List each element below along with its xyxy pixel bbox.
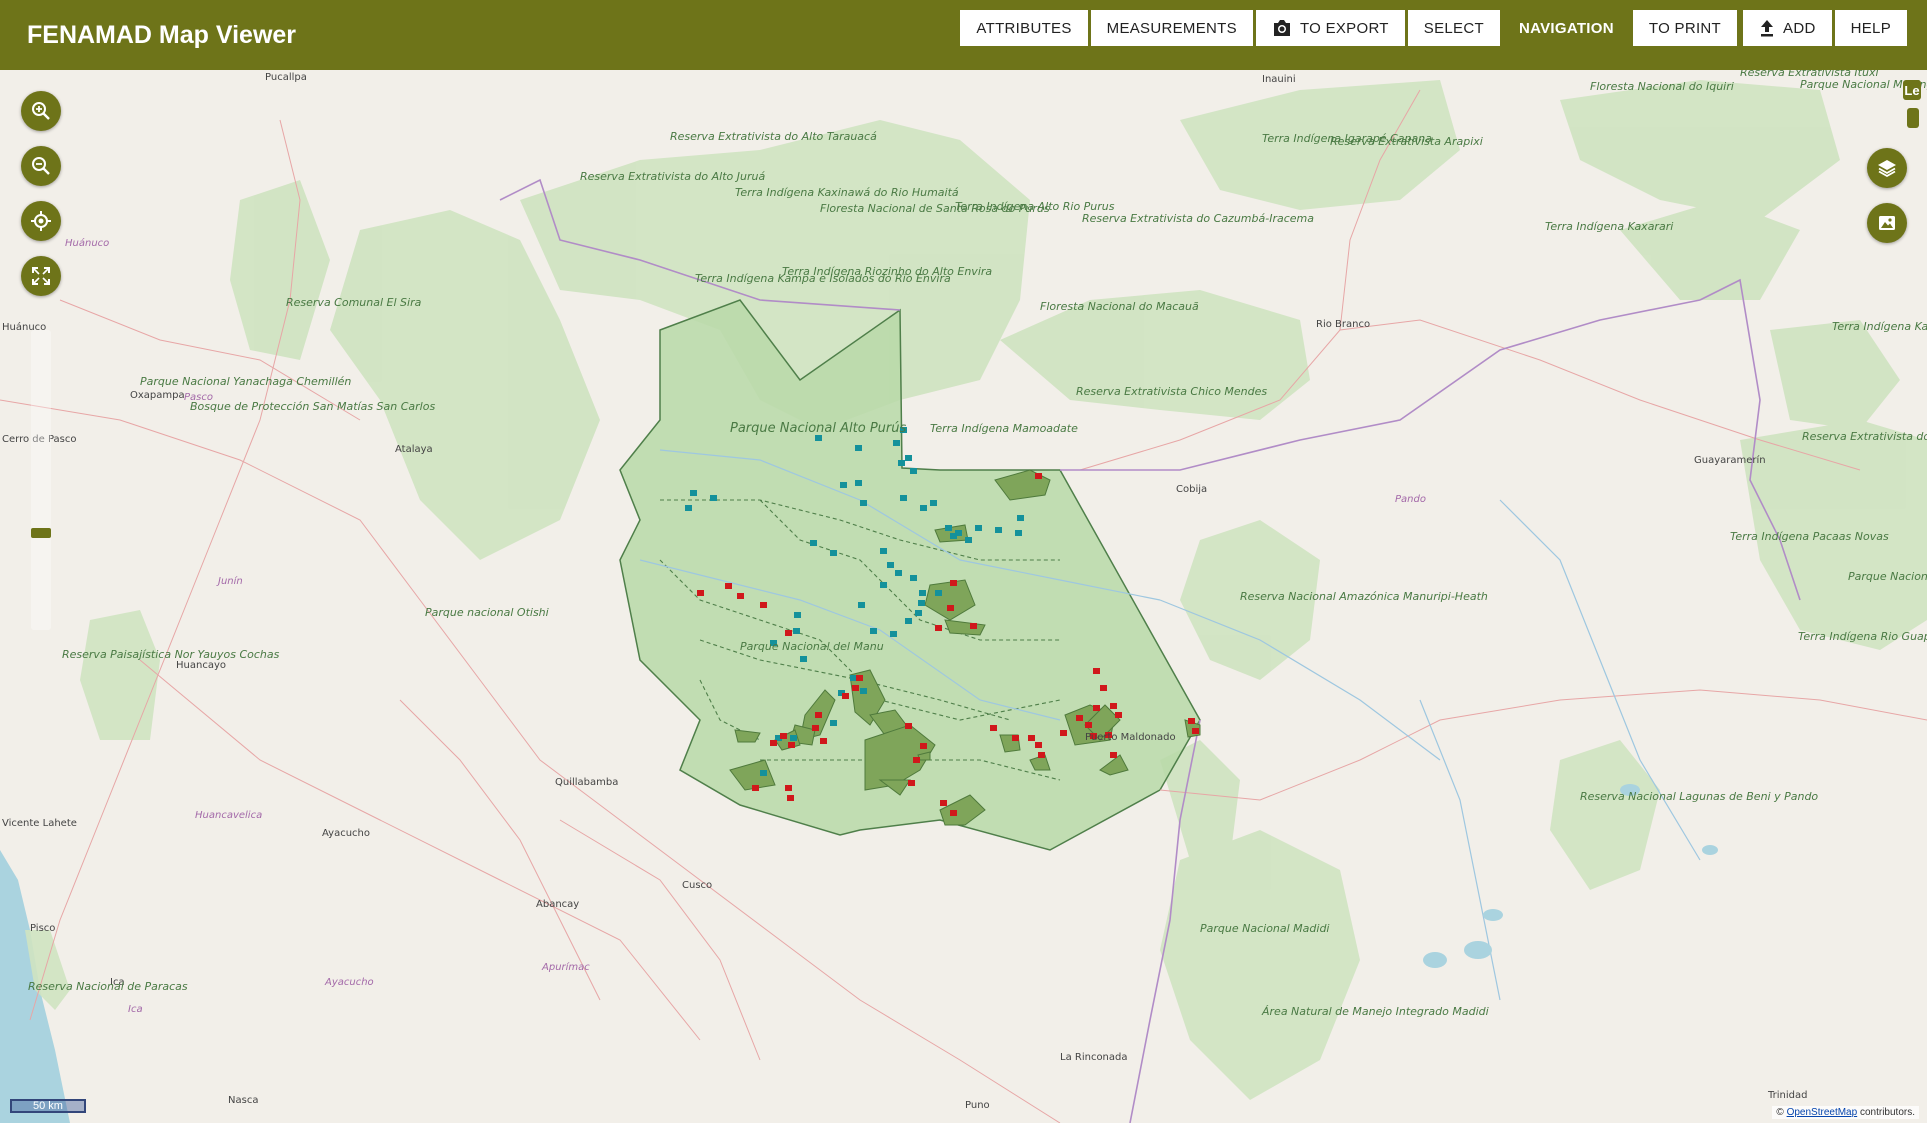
city-label: Quillabamba <box>555 777 618 788</box>
area-label: Reserva Extrativista Arapixi <box>1330 135 1483 148</box>
help-button[interactable]: HELP <box>1834 10 1907 46</box>
area-label: Reserva Comunal El Sira <box>286 296 422 309</box>
area-label: Área Natural de Manejo Integrado Madidi <box>1261 1005 1489 1018</box>
locate-icon <box>31 211 51 231</box>
area-label: Floresta Nacional do Iquiri <box>1590 80 1734 93</box>
region-label: Apurímac <box>541 961 590 973</box>
zoom-slider-handle[interactable] <box>31 528 51 538</box>
basemap-icon <box>1879 216 1895 230</box>
layers-button[interactable] <box>1867 148 1907 188</box>
fullscreen-icon <box>32 267 50 285</box>
app-title: FENAMAD Map Viewer <box>27 20 297 49</box>
area-label: Floresta Nacional do Macauã <box>1040 300 1199 313</box>
area-label: Parque Nacional Alto Purús <box>730 421 906 436</box>
area-label: Reserva Extrativista do Rio Ouro Preto <box>1802 430 1927 443</box>
region-label: Ica <box>128 1004 143 1015</box>
legend-handle[interactable] <box>1907 108 1919 128</box>
map-canvas[interactable]: Junín Huancavelica Apurímac Ayacucho Ica… <box>0 70 1927 1123</box>
osm-link[interactable]: OpenStreetMap <box>1787 1107 1858 1118</box>
city-label: Oxapampa <box>130 390 185 401</box>
select-button[interactable]: SELECT <box>1407 10 1500 46</box>
city-label: Guayaramerín <box>1694 454 1766 466</box>
city-label: La Rinconada <box>1060 1052 1128 1063</box>
city-label: Puerto Maldonado <box>1085 732 1176 743</box>
region-label: Ayacucho <box>324 977 374 988</box>
city-label: Nasca <box>228 1095 258 1106</box>
area-label: Parque Nacional del Manu <box>740 640 884 653</box>
region-label: Pando <box>1395 494 1426 505</box>
area-label: Terra Indígena Riozinho do Alto Envira <box>782 265 992 278</box>
city-label: Pucallpa <box>265 72 307 83</box>
zoom-in-icon <box>32 102 50 120</box>
area-label: Reserva Extrativista do Cazumbá-Iracema <box>1082 212 1314 225</box>
attribution-prefix: © <box>1776 1107 1787 1118</box>
city-label: Cusco <box>682 880 712 891</box>
area-label: Reserva Paisajística Nor Yauyos Cochas <box>62 648 280 661</box>
area-label: Parque Nacional Madidi <box>1200 922 1330 935</box>
region-label: Huancavelica <box>195 810 262 821</box>
toolbar: ATTRIBUTES MEASUREMENTS TO EXPORT SELECT… <box>957 10 1907 46</box>
city-label: Rio Branco <box>1316 319 1370 330</box>
area-label: Terra Indígena Alto Rio Purus <box>955 200 1115 213</box>
area-label: Parque Nacional Yanachaga Chemillén <box>140 375 351 388</box>
attribution-suffix: contributors. <box>1857 1107 1915 1118</box>
area-label: Reserva Extrativista do Alto Tarauacá <box>670 130 877 143</box>
camera-icon <box>1273 20 1290 36</box>
region-label: Junín <box>216 575 243 587</box>
zoom-slider[interactable] <box>31 330 51 630</box>
area-label: Parque nacional Otishi <box>425 606 549 619</box>
print-button[interactable]: TO PRINT <box>1632 10 1738 46</box>
layers-icon <box>1878 160 1896 178</box>
attributes-button[interactable]: ATTRIBUTES <box>960 10 1088 46</box>
export-button[interactable]: TO EXPORT <box>1255 10 1405 46</box>
zoom-out-button[interactable] <box>21 146 61 186</box>
zoom-in-button[interactable] <box>21 91 61 131</box>
area-label: Terra Indígena Rio Guaporé <box>1798 630 1927 643</box>
map-attribution: © OpenStreetMap contributors. <box>1772 1106 1919 1119</box>
city-label: Trinidad <box>1767 1090 1807 1101</box>
basemap: Junín Huancavelica Apurímac Ayacucho Ica… <box>0 70 1927 1123</box>
area-label: Terra Indígena Karipuna <box>1832 320 1927 333</box>
region-label: Huánuco <box>65 237 109 249</box>
city-label: Ayacucho <box>322 828 370 839</box>
locate-button[interactable] <box>21 201 61 241</box>
add-label: ADD <box>1783 19 1816 37</box>
city-label: Abancay <box>536 899 579 910</box>
city-label: Huancayo <box>176 660 226 671</box>
area-label: Terra Indígena Mamoadate <box>930 422 1078 435</box>
city-label: Vicente Lahete <box>2 818 77 829</box>
app-header: FENAMAD Map Viewer ATTRIBUTES MEASUREMEN… <box>0 0 1927 70</box>
fullscreen-button[interactable] <box>21 256 61 296</box>
export-label: TO EXPORT <box>1299 19 1389 37</box>
area-label: Reserva Extrativista Chico Mendes <box>1076 385 1267 398</box>
city-label: Atalaya <box>395 444 433 455</box>
legend-toggle[interactable]: Le <box>1903 80 1921 100</box>
city-label: Cobija <box>1176 484 1207 495</box>
city-label: Puno <box>965 1100 990 1111</box>
area-label: Reserva Nacional Lagunas de Beni y Pando <box>1580 790 1818 803</box>
measurements-button[interactable]: MEASUREMENTS <box>1090 10 1253 46</box>
basemap-button[interactable] <box>1867 203 1907 243</box>
area-label: Reserva Nacional de Paracas <box>28 980 188 993</box>
area-label: Parque Nacional Serra da Cutia <box>1848 570 1927 583</box>
area-label: Terra Indígena Kaxinawá do Rio Humaitá <box>735 186 959 199</box>
add-button[interactable]: ADD <box>1743 10 1832 46</box>
scale-bar: 50 km <box>10 1099 86 1113</box>
upload-icon <box>1761 20 1774 37</box>
area-label: Terra Indígena Pacaas Novas <box>1730 530 1889 543</box>
city-label: Pisco <box>30 923 55 934</box>
navigation-button[interactable]: NAVIGATION <box>1502 10 1630 46</box>
area-label: Reserva Extrativista do Alto Juruá <box>580 170 765 183</box>
zoom-out-icon <box>32 157 50 175</box>
area-label: Terra Indígena Kaxarari <box>1545 220 1673 233</box>
city-label: Inauini <box>1262 74 1296 85</box>
area-label: Reserva Nacional Amazónica Manuripi-Heat… <box>1240 590 1488 603</box>
area-label: Bosque de Protección San Matías San Carl… <box>190 400 435 413</box>
